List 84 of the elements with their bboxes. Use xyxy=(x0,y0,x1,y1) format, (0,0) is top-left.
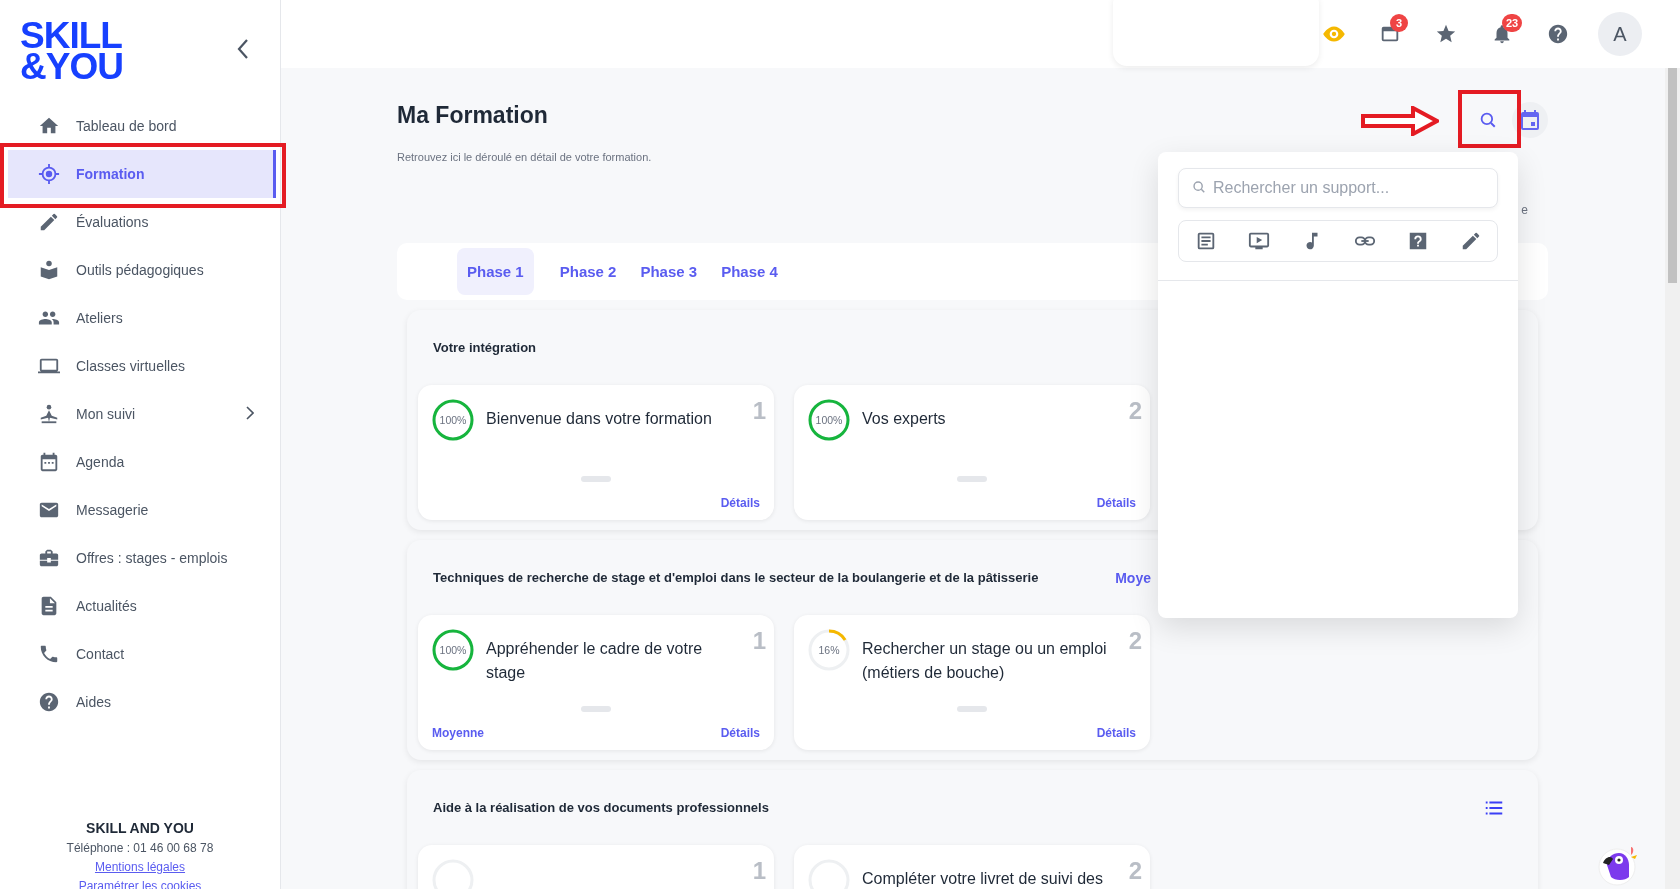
progress-ring xyxy=(808,629,850,671)
details-link[interactable]: Détails xyxy=(720,496,760,510)
logo[interactable]: SKILL &YOU xyxy=(20,20,123,82)
pencil-icon xyxy=(38,211,60,233)
nav-item[interactable]: Tableau de bord xyxy=(0,102,276,150)
module-number: 2 xyxy=(1128,397,1142,425)
calendar-icon xyxy=(38,451,60,473)
progress-percent: 16% xyxy=(818,644,840,656)
progress-ring xyxy=(432,399,474,441)
book-reader-icon xyxy=(38,259,60,281)
progress-percent: 100% xyxy=(815,414,843,426)
module-title: Bienvenue dans votre formation xyxy=(486,409,712,429)
calendar-icon xyxy=(1518,108,1542,132)
search-icon xyxy=(1192,180,1206,194)
section-title: Votre intégration xyxy=(433,340,537,355)
phase-tab[interactable]: Phase 1 xyxy=(457,248,534,295)
star-icon xyxy=(1435,23,1457,45)
nav-item[interactable]: Messagerie xyxy=(0,486,276,534)
module-title: Rechercher un stage ou un emploi (métiers de bouche) xyxy=(862,639,1108,683)
module-number: 1 xyxy=(752,857,766,885)
nav-item[interactable]: Formation xyxy=(8,150,276,198)
nav-item[interactable]: Agenda xyxy=(0,438,276,486)
meditating-person-icon xyxy=(38,403,60,425)
section-title: Aide à la réalisation de vos documents professionnels xyxy=(433,800,769,815)
nav-item[interactable]: Classes virtuelles xyxy=(0,342,276,390)
help-icon xyxy=(38,691,60,713)
nav-item[interactable]: Contact xyxy=(0,630,276,678)
drag-handle xyxy=(957,476,987,482)
page-title: Ma Formation xyxy=(397,102,549,129)
nav-item[interactable]: Ateliers xyxy=(0,294,276,342)
partial-label: e xyxy=(1521,203,1528,217)
progress-percent: 100% xyxy=(439,644,467,656)
phone-number: Téléphone : 01 46 00 68 78 xyxy=(66,841,214,855)
module-title: Vos experts xyxy=(862,409,946,429)
progress-percent: 100% xyxy=(439,414,467,426)
module-title: Compléter votre livret de suivi des xyxy=(862,869,1103,889)
rating-link[interactable]: Moyenne xyxy=(432,726,484,740)
nav-item[interactable]: Aides xyxy=(0,678,276,726)
progress-ring xyxy=(432,629,474,671)
phase-tab[interactable]: Phase 2 xyxy=(549,248,627,295)
user-avatar[interactable]: A xyxy=(1598,12,1642,56)
rating-link[interactable]: Moye xyxy=(1115,569,1151,586)
module-number: 2 xyxy=(1128,857,1142,885)
phase-tab[interactable]: Phase 4 xyxy=(711,248,788,295)
details-link[interactable]: Détails xyxy=(720,726,760,740)
notification-badge: 3 xyxy=(1390,14,1408,32)
page-subtitle: Retrouvez ici le déroulé en détail de votre formation. xyxy=(397,151,652,163)
company-name: SKILL AND YOU xyxy=(86,820,194,836)
nav-item[interactable]: Mon suivi xyxy=(0,390,276,438)
scrollbar[interactable] xyxy=(1665,68,1680,889)
collapse-chevron-icon[interactable] xyxy=(236,38,250,60)
nav-item[interactable]: Évaluations xyxy=(0,198,276,246)
module-card[interactable]: 100% Bienvenue dans votre formation 1 Détails xyxy=(418,385,774,520)
section-title: Techniques de recherche de stage et d'emploi dans le secteur de la boulangerie et de la pâtisserie xyxy=(433,570,1039,585)
module-number: 1 xyxy=(752,397,766,425)
module-card[interactable]: 100% Vos experts 2 Détails xyxy=(794,385,1150,520)
search-field[interactable]: Rechercher un support... xyxy=(1178,168,1498,208)
video-icon xyxy=(1247,230,1270,252)
nav-item[interactable]: Actualités xyxy=(0,582,276,630)
details-link[interactable]: Détails xyxy=(1096,496,1136,510)
drag-handle xyxy=(581,706,611,712)
module-card[interactable]: Compléter votre livret de suivi des 2 xyxy=(794,845,1150,889)
module-number: 1 xyxy=(752,627,766,655)
nav-item[interactable]: Outils pédagogiques xyxy=(0,246,276,294)
bell-button[interactable]: 23 xyxy=(1474,12,1530,56)
drag-handle xyxy=(957,706,987,712)
progress-ring xyxy=(808,399,850,441)
module-number: 2 xyxy=(1128,627,1142,655)
module-card[interactable]: 100% Appréhender le cadre de votre stage 1 Moyenne Détails xyxy=(418,615,774,750)
target-icon xyxy=(38,163,60,185)
help-icon xyxy=(1547,23,1569,45)
phase-tab[interactable]: Phase 3 xyxy=(630,248,708,295)
briefcase-icon xyxy=(38,547,60,569)
calendar-button[interactable]: 3 xyxy=(1362,12,1418,56)
phone-icon xyxy=(38,643,60,665)
nav-item[interactable]: Offres : stages - emplois xyxy=(0,534,276,582)
notification-badge: 23 xyxy=(1502,14,1523,32)
details-link[interactable]: Détails xyxy=(1096,726,1136,740)
highlight-frame xyxy=(1458,90,1521,148)
drag-handle xyxy=(581,476,611,482)
module-card[interactable]: 16% Rechercher un stage ou un emploi (métiers de bouche) 2 Détails xyxy=(794,615,1150,750)
footer-link[interactable]: Mentions légales xyxy=(94,860,186,874)
search-icon xyxy=(1479,111,1497,129)
module-title: Appréhender le cadre de votre stage xyxy=(486,639,704,683)
